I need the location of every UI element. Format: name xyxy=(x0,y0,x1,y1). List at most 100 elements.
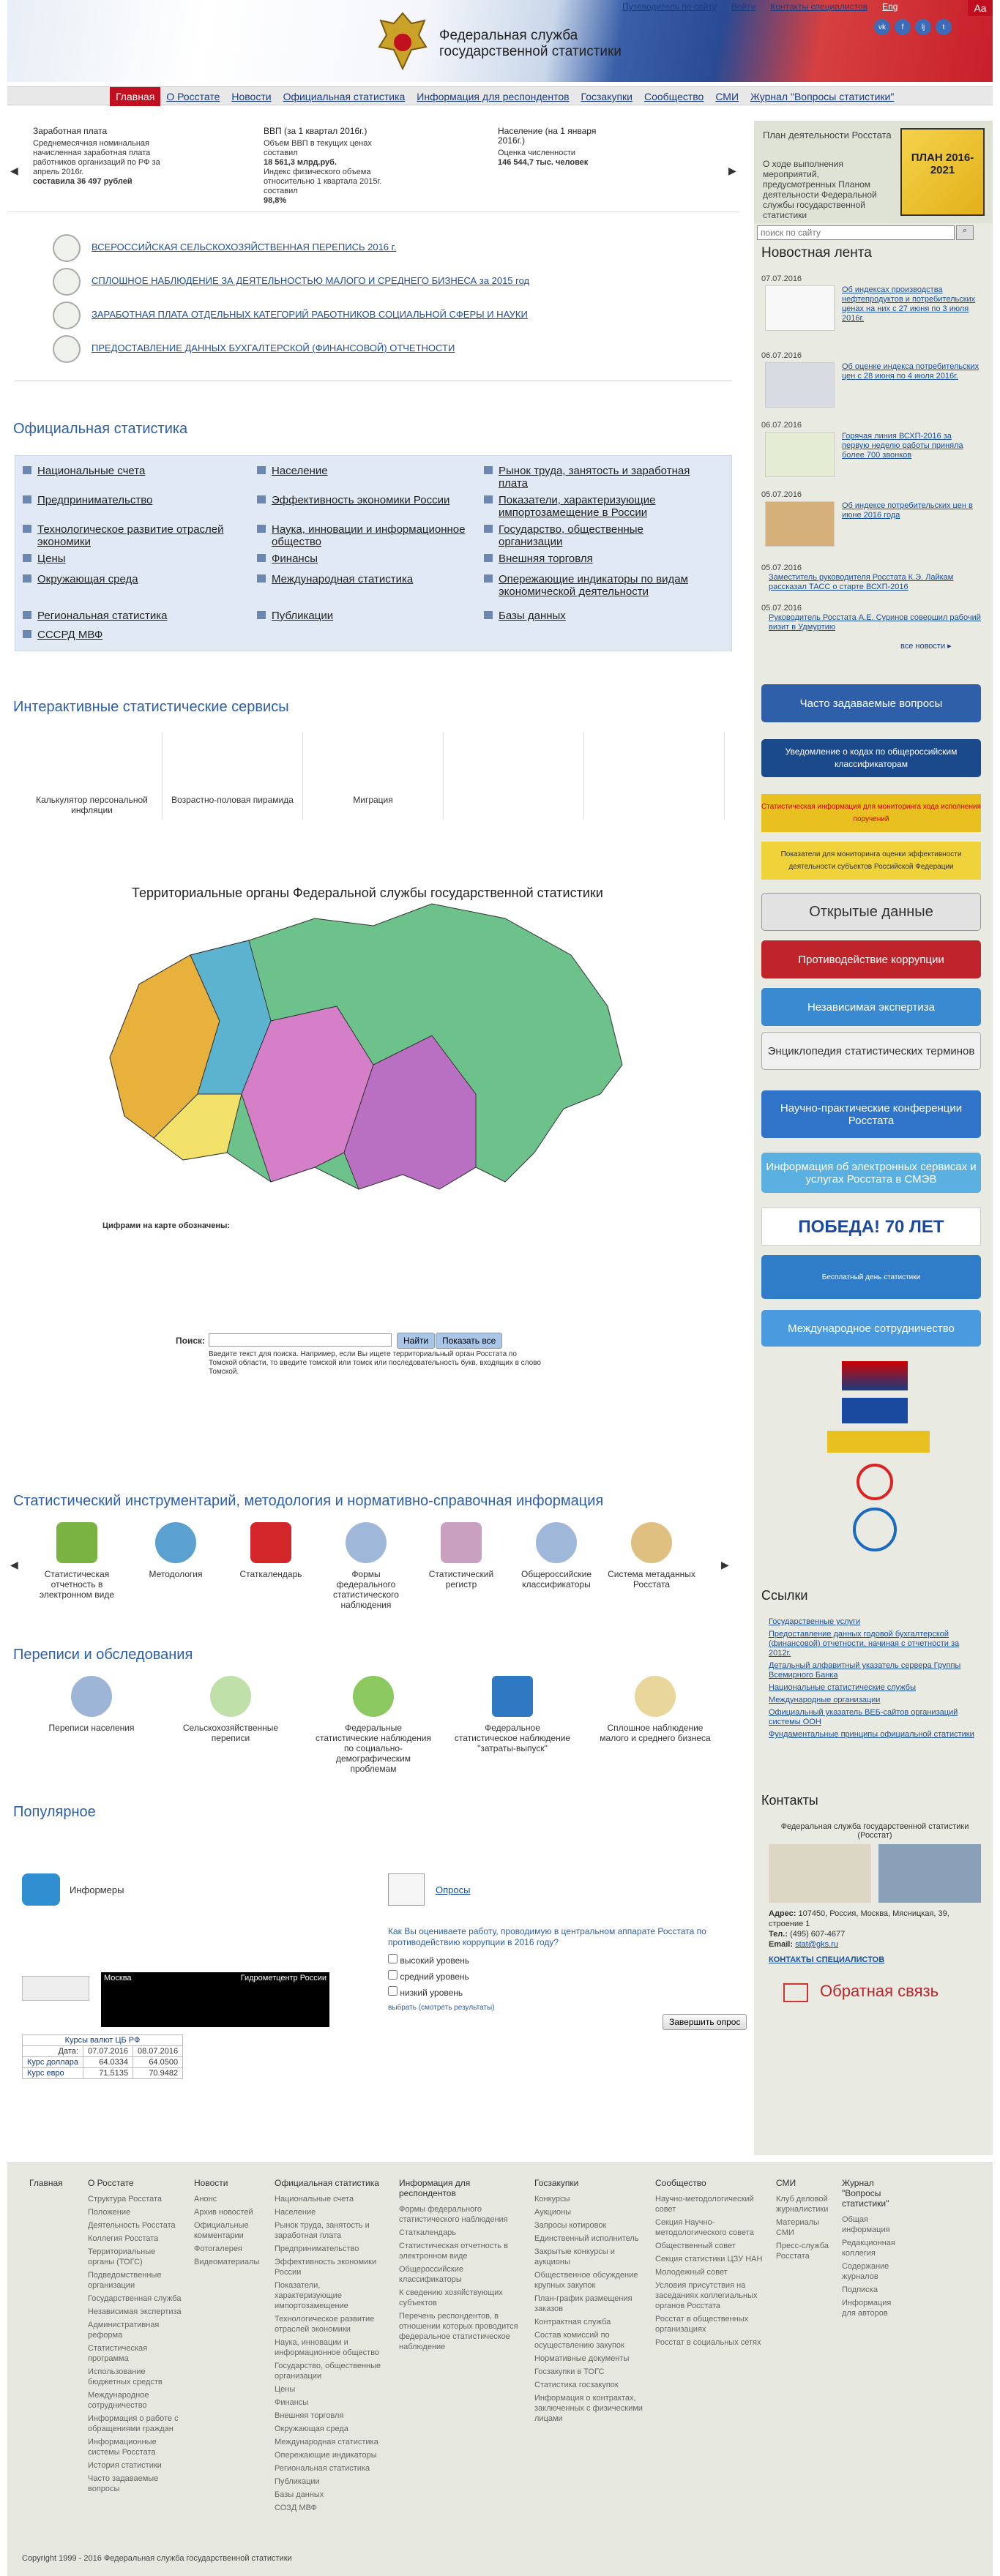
footer-link[interactable]: Информация для авторов xyxy=(842,2298,904,2318)
footer-link[interactable]: Технологическое развитие отраслей эконом… xyxy=(275,2314,388,2334)
footer-link[interactable]: Анонс xyxy=(194,2194,267,2204)
conferences-banner[interactable]: Научно-практические конференции Росстата xyxy=(761,1090,981,1138)
informers-label[interactable]: Информеры xyxy=(70,1884,124,1895)
news-item[interactable]: 07.07.2016 Об индексах производства нефте… xyxy=(761,274,988,340)
partner-logo[interactable] xyxy=(857,1464,893,1500)
eng-link[interactable]: Eng xyxy=(875,0,905,13)
inflation-calculator[interactable]: Калькулятор персональной инфляции xyxy=(22,732,163,820)
poll-option-high[interactable]: высокий уровень xyxy=(388,1954,469,1966)
footer-link[interactable]: Запросы котировок xyxy=(534,2220,644,2231)
footer-heading[interactable]: Официальная статистика xyxy=(275,2178,388,2188)
slider-prev-icon[interactable]: ◀ xyxy=(10,165,18,177)
census-agri[interactable]: Сельскохозяйственные переписи xyxy=(176,1676,286,1743)
footer-heading[interactable]: Новости xyxy=(194,2178,267,2188)
footer-link[interactable]: Молодежный совет xyxy=(655,2267,765,2277)
footer-link[interactable]: Региональная статистика xyxy=(275,2463,388,2474)
nav-community[interactable]: Сообщество xyxy=(638,87,709,106)
footer-link[interactable]: Закрытые конкурсы и аукционы xyxy=(534,2247,644,2267)
stats-item[interactable]: Опережающие индикаторы по видам экономич… xyxy=(484,573,711,598)
tool-methodology[interactable]: Методология xyxy=(132,1522,220,1579)
link-item[interactable]: Фундаментальные принципы официальной ста… xyxy=(769,1730,981,1740)
footer-link[interactable]: Аукционы xyxy=(534,2207,644,2217)
stats-item[interactable]: Региональная статистика xyxy=(22,610,167,622)
footer-link[interactable]: Редакционная коллегия xyxy=(842,2238,904,2258)
link-item[interactable]: Международные организации xyxy=(769,1696,981,1705)
slider-next-icon[interactable]: ▶ xyxy=(728,165,736,177)
email-link[interactable]: stat@gks.ru xyxy=(795,1940,838,1949)
nav-procurement[interactable]: Госзакупки xyxy=(575,87,638,106)
footer-link[interactable]: Опережающие индикаторы xyxy=(275,2450,388,2460)
agri-census-link[interactable]: ВСЕРОССИЙСКАЯ СЕЛЬСКОХОЗЯЙСТВЕННАЯ ПЕРЕП… xyxy=(92,242,396,252)
footer-link[interactable]: Показатели, характеризующие импортозамещ… xyxy=(275,2280,388,2311)
free-stats-day-banner[interactable]: Бесплатный день статистики xyxy=(761,1255,981,1299)
migration[interactable]: Миграция xyxy=(303,732,444,820)
gspi-logo[interactable] xyxy=(842,1398,908,1423)
stats-item[interactable]: Технологическое развитие отраслей эконом… xyxy=(23,523,242,548)
stats-item[interactable]: СССРД МВФ xyxy=(22,629,102,641)
footer-link[interactable]: Клуб деловой журналистики xyxy=(776,2194,835,2214)
footer-heading[interactable]: Информация для респондентов xyxy=(399,2178,523,2198)
footer-link[interactable]: Формы федерального статистического наблю… xyxy=(399,2204,523,2225)
census-population[interactable]: Переписи населения xyxy=(37,1676,146,1733)
service-slot[interactable] xyxy=(584,732,725,820)
footer-link[interactable]: Статистика госзакупок xyxy=(534,2380,644,2390)
footer-link[interactable]: Общероссийские классификаторы xyxy=(399,2264,523,2285)
footer-link[interactable]: Состав комиссий по осуществлению закупок xyxy=(534,2330,644,2351)
poll-option-medium[interactable]: средний уровень xyxy=(388,1970,469,1982)
tool-register[interactable]: Статистический регистр xyxy=(417,1522,505,1590)
map-find-button[interactable]: Найти xyxy=(397,1333,436,1349)
footer-link[interactable]: Государственная служба xyxy=(88,2294,183,2304)
all-news-link[interactable]: все новости ▸ xyxy=(900,641,952,651)
footer-link[interactable]: Территориальные органы (ТОГС) xyxy=(88,2247,183,2267)
footer-heading[interactable]: Журнал "Вопросы статистики" xyxy=(842,2178,904,2209)
russia-tv-logo[interactable] xyxy=(842,1361,908,1390)
footer-link[interactable]: Часто задаваемые вопросы xyxy=(88,2474,183,2494)
footer-link[interactable]: Пресс-служба Росстата xyxy=(776,2241,835,2261)
footer-heading[interactable]: СМИ xyxy=(776,2178,835,2188)
link-item[interactable]: Государственные услуги xyxy=(769,1617,981,1627)
informer-badge[interactable] xyxy=(22,1976,89,2001)
finish-poll-button[interactable]: Завершить опрос xyxy=(663,2014,747,2030)
footer-link[interactable]: К сведению хозяйствующих субъектов xyxy=(399,2288,523,2308)
accounting-link[interactable]: ПРЕДОСТАВЛЕНИЕ ДАННЫХ БУХГАЛТЕРСКОЙ (ФИН… xyxy=(92,342,455,353)
footer-link[interactable]: Конкурсы xyxy=(534,2194,644,2204)
footer-link[interactable]: Видеоматериалы xyxy=(194,2257,267,2267)
news-item[interactable]: 05.07.2016 Руководитель Росстата А.Е. Сур… xyxy=(761,604,988,632)
footer-link[interactable]: Национальные счета xyxy=(275,2194,388,2204)
slide-salary[interactable]: Заработная плата Среднемесячная номинальн… xyxy=(33,127,165,187)
stats-item[interactable]: Цены xyxy=(23,553,66,565)
faq-banner[interactable]: Часто задаваемые вопросы xyxy=(761,684,981,722)
stats-item[interactable]: Финансы xyxy=(257,553,318,565)
tool-electronic-reporting[interactable]: Статистическая отчетность в электронном … xyxy=(33,1522,121,1600)
site-search-input[interactable] xyxy=(757,225,955,240)
footer-link[interactable]: Единственный исполнитель xyxy=(534,2234,644,2244)
news-item[interactable]: 06.07.2016 Горячая линия ВСХП-2016 за пер… xyxy=(761,421,988,487)
footer-link[interactable]: Независимая экспертиза xyxy=(88,2307,183,2317)
monitoring-banner[interactable]: Статистическая информация для мониторинг… xyxy=(761,794,981,832)
stats-item[interactable]: Международная статистика xyxy=(256,573,413,585)
footer-heading[interactable]: Сообщество xyxy=(655,2178,765,2188)
livejournal-icon[interactable]: lj xyxy=(915,19,931,35)
poll-option-low[interactable]: низкий уровень xyxy=(388,1986,463,1998)
footer-link[interactable]: Материалы СМИ xyxy=(776,2217,835,2238)
census-sme[interactable]: Сплошное наблюдение малого и среднего би… xyxy=(593,1676,717,1743)
footer-link[interactable]: Общественное обсуждение крупных закупок xyxy=(534,2270,644,2291)
facebook-icon[interactable]: f xyxy=(895,19,911,35)
stats-item[interactable]: Окружающая среда xyxy=(23,573,138,585)
age-pyramid[interactable]: Возрастно-половая пирамида xyxy=(163,732,303,820)
stats-item[interactable]: Эффективность экономики России xyxy=(256,494,449,506)
polls-link[interactable]: Опросы xyxy=(436,1884,470,1895)
footer-link[interactable]: Фотогалерея xyxy=(194,2244,267,2254)
footer-link[interactable]: История статистики xyxy=(88,2460,183,2471)
news-item[interactable]: 05.07.2016 Заместитель руководителя Росст… xyxy=(761,564,988,592)
footer-link[interactable]: Статистическая отчетность в электронном … xyxy=(399,2241,523,2261)
footer-link[interactable]: СОЗД МВФ xyxy=(275,2503,388,2513)
footer-link[interactable]: Наука, инновации и информационное общест… xyxy=(275,2337,388,2358)
footer-link[interactable]: Научно-методологический совет xyxy=(655,2194,765,2214)
site-title[interactable]: Федеральная служба государственной статис… xyxy=(439,28,622,60)
footer-link[interactable]: Перечень респондентов, в отношении котор… xyxy=(399,2311,523,2352)
map-search-input[interactable] xyxy=(209,1333,392,1347)
vk-icon[interactable]: vk xyxy=(874,19,890,35)
footer-link[interactable]: Росстат в общественных организациях xyxy=(655,2314,765,2334)
efficiency-banner[interactable]: Показатели для мониторинга оценки эффект… xyxy=(761,842,981,880)
